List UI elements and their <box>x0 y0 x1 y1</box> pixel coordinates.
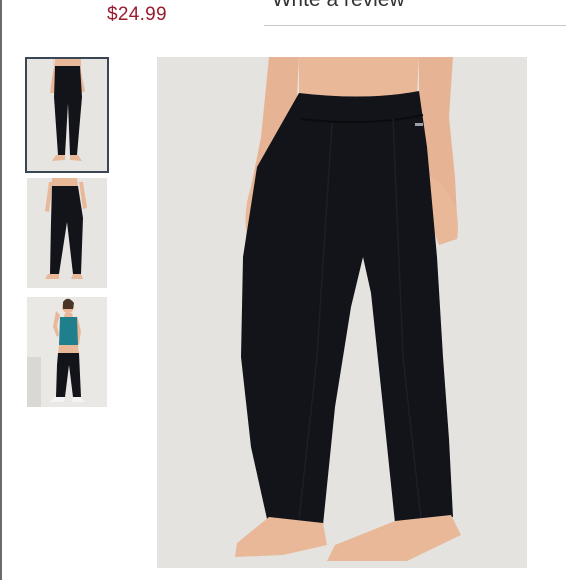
thumbnail-front-view[interactable] <box>25 57 109 173</box>
thumbnail-angle-view[interactable] <box>27 178 107 288</box>
pants-angle-view-image <box>27 178 107 288</box>
product-page: $24.99 Write a review <box>0 0 580 580</box>
black-bootcut-pants-image <box>157 57 527 568</box>
main-product-image[interactable] <box>157 57 527 568</box>
thumbnail-model-tank[interactable] <box>27 297 107 407</box>
product-price: $24.99 <box>107 4 167 25</box>
write-review-link[interactable]: Write a review <box>272 0 405 12</box>
pants-front-view-image <box>25 57 109 173</box>
header-divider <box>264 25 566 26</box>
page-edge <box>0 0 2 580</box>
model-teal-tank-image <box>27 297 107 407</box>
